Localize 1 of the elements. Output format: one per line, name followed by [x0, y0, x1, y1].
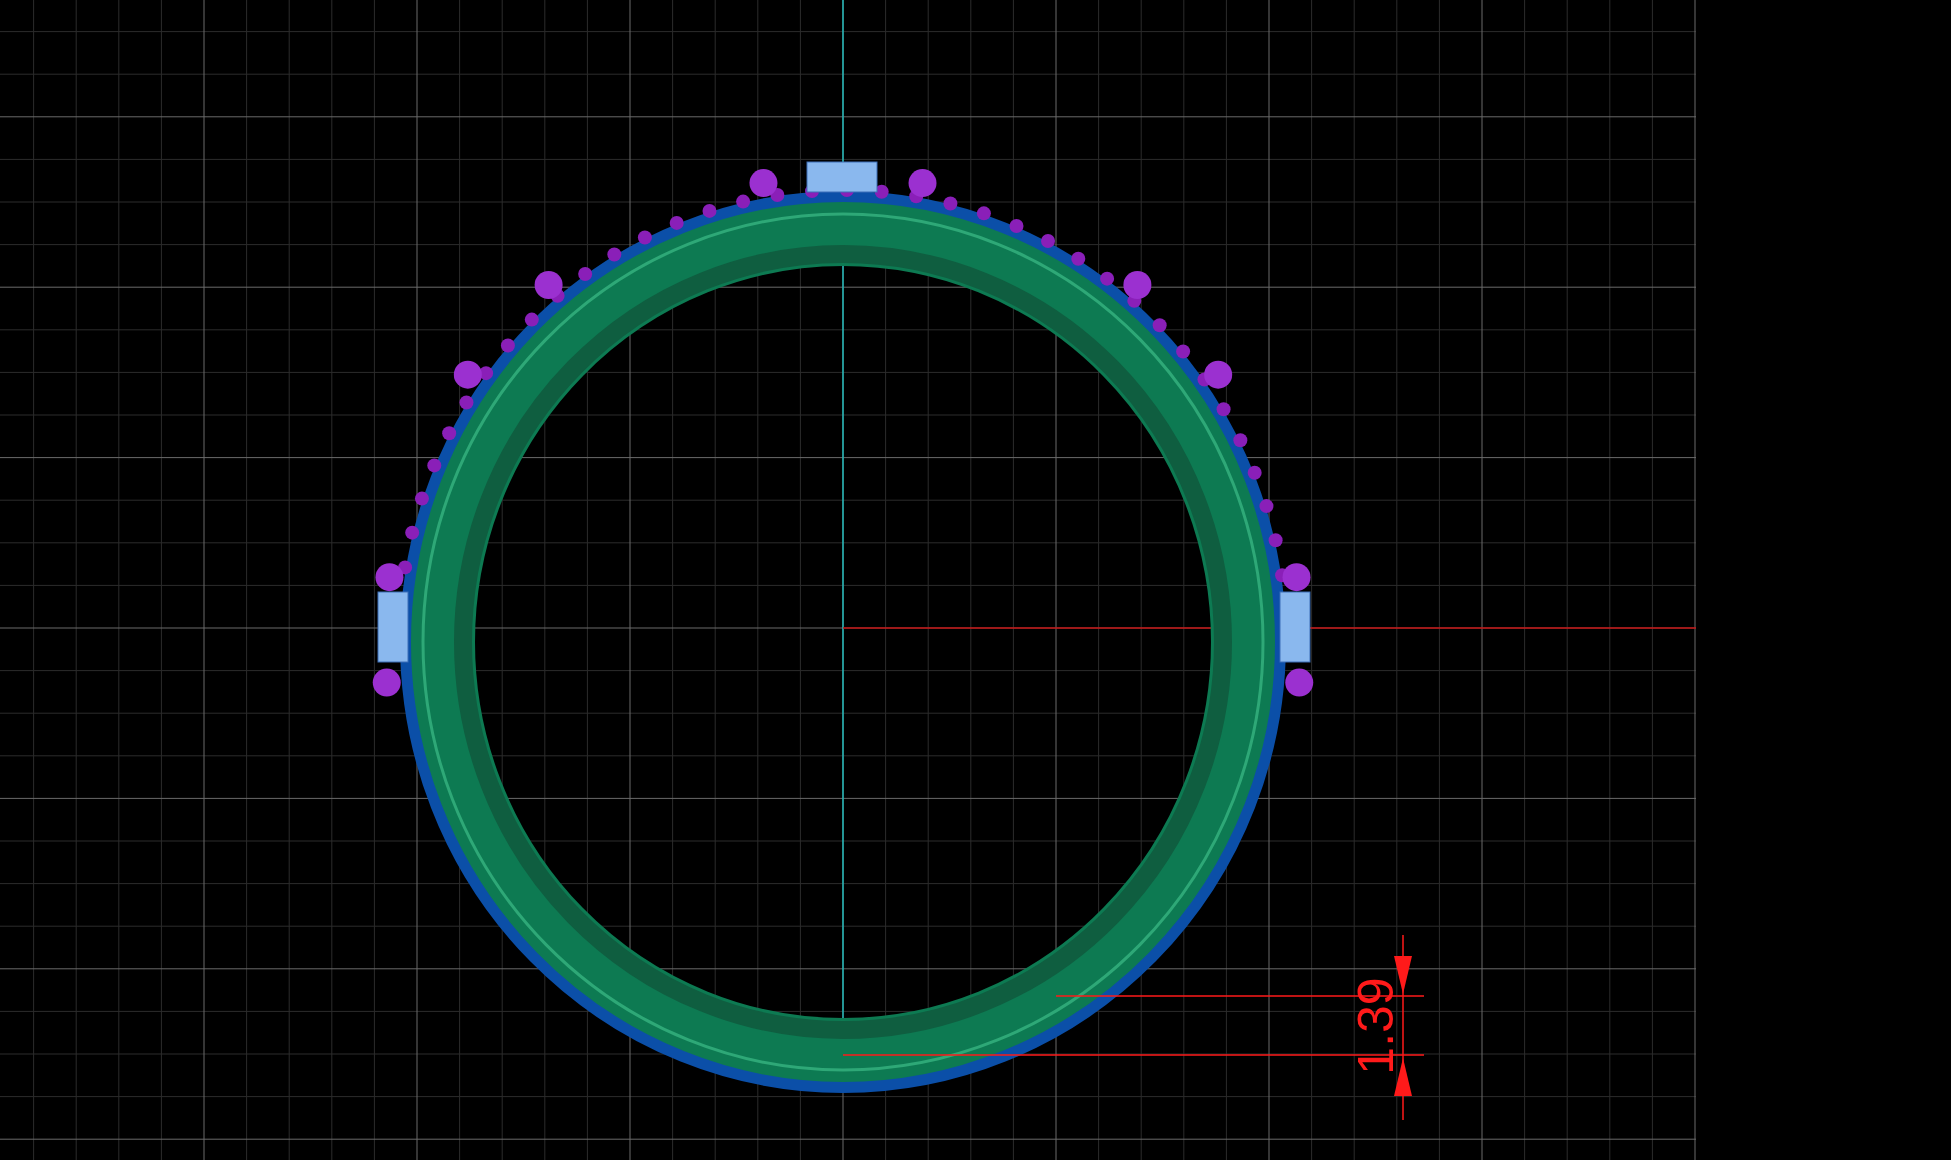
dimension-value: 1.39 — [1348, 977, 1404, 1075]
